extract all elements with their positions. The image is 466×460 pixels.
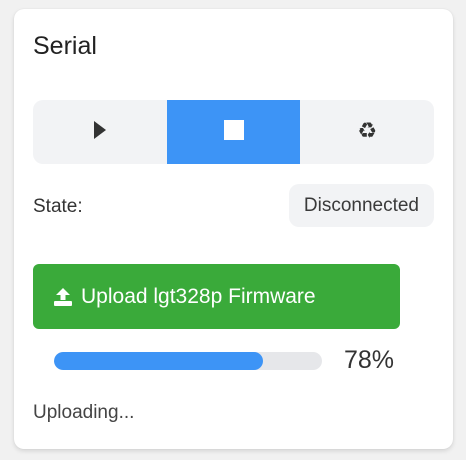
upload-firmware-button[interactable]: Upload lgt328p Firmware <box>33 264 400 329</box>
upload-button-label: Upload lgt328p Firmware <box>81 284 316 308</box>
upload-progress-percent: 78% <box>344 346 395 374</box>
upload-progress-bar <box>54 352 322 370</box>
upload-progress-fill <box>54 352 264 370</box>
state-label: State: <box>33 196 83 217</box>
recycle-icon: ♻ <box>357 119 378 144</box>
upload-icon <box>53 287 73 307</box>
serial-control-group: ♻ <box>33 100 434 164</box>
stop-icon <box>223 119 244 145</box>
recycle-button[interactable]: ♻ <box>300 100 434 164</box>
upload-status-text: Uploading... <box>33 402 135 423</box>
serial-panel: Serial ♻ State: Disconnected Upload lgt3… <box>14 9 453 449</box>
stop-button[interactable] <box>166 100 301 164</box>
play-icon <box>93 120 107 145</box>
play-button[interactable] <box>33 100 167 164</box>
panel-title: Serial <box>33 32 97 60</box>
state-row: State: Disconnected <box>33 184 434 228</box>
state-badge: Disconnected <box>288 184 434 227</box>
